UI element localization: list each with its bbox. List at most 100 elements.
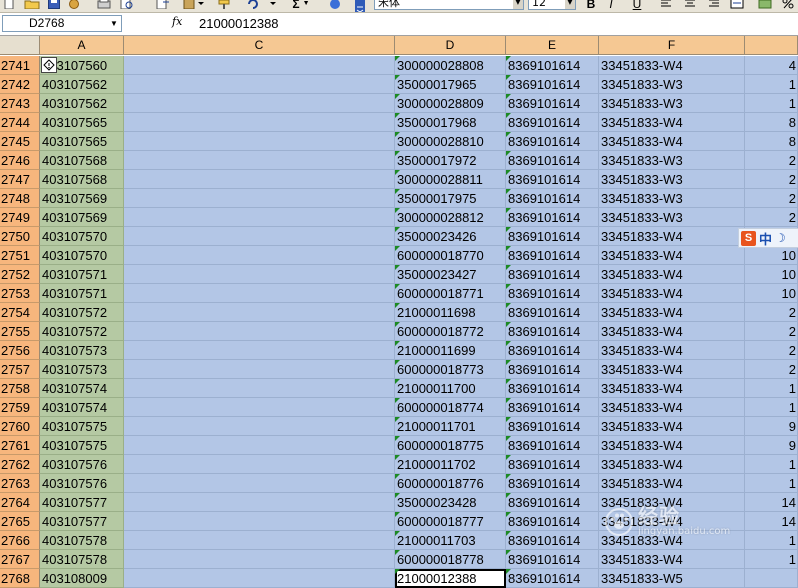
cell-g[interactable]: 1	[745, 75, 798, 94]
sogou-ime-icon[interactable]: S	[741, 230, 756, 246]
name-box-dropdown-icon[interactable]: ▼	[108, 17, 120, 30]
cell-c[interactable]	[124, 94, 395, 113]
research-icon[interactable]	[154, 0, 172, 11]
row-header[interactable]: 2757	[0, 360, 40, 379]
font-size-dropdown-icon[interactable]: ▼	[565, 0, 575, 9]
percent-style-icon[interactable]	[780, 0, 796, 11]
cell-e[interactable]: 8369101614	[506, 113, 599, 132]
cell-c[interactable]	[124, 341, 395, 360]
error-smart-tag-icon[interactable]	[41, 57, 57, 73]
cell-d[interactable]: 300000028810	[395, 132, 506, 151]
cell-f[interactable]: 33451833-W4	[599, 322, 745, 341]
italic-button[interactable]: I	[604, 0, 618, 11]
cell-a[interactable]: 403107570	[40, 227, 124, 246]
cell-d[interactable]: 600000018773	[395, 360, 506, 379]
cell-g[interactable]: 9	[745, 417, 798, 436]
cell-e[interactable]: 8369101614	[506, 474, 599, 493]
cell-g[interactable]: 1	[745, 94, 798, 113]
cell-e[interactable]: 8369101614	[506, 56, 599, 75]
cell-a[interactable]: 403107576	[40, 474, 124, 493]
name-box[interactable]: D2768 ▼	[2, 15, 122, 32]
column-header-c[interactable]: C	[124, 36, 395, 55]
cell-e[interactable]: 8369101614	[506, 512, 599, 531]
insert-function-icon[interactable]: fx	[172, 15, 182, 28]
cell-d[interactable]: 21000011701	[395, 417, 506, 436]
cell-f[interactable]: 33451833-W3	[599, 94, 745, 113]
cell-a[interactable]: 403107572	[40, 322, 124, 341]
cell-d[interactable]: 600000018776	[395, 474, 506, 493]
cell-e[interactable]: 8369101614	[506, 284, 599, 303]
cell-e[interactable]: 8369101614	[506, 398, 599, 417]
cell-g[interactable]: 2	[745, 322, 798, 341]
row-header[interactable]: 2767	[0, 550, 40, 569]
cell-e[interactable]: 8369101614	[506, 246, 599, 265]
chinese-mode-label[interactable]: 中	[759, 229, 772, 248]
row-header[interactable]: 2741	[0, 56, 40, 75]
active-cell-d[interactable]: 21000012388	[395, 569, 506, 588]
cell-g[interactable]: 2	[745, 189, 798, 208]
cell-g[interactable]: 2	[745, 151, 798, 170]
row-header[interactable]: 2748	[0, 189, 40, 208]
row-header[interactable]: 2763	[0, 474, 40, 493]
cell-c[interactable]	[124, 379, 395, 398]
cell-a[interactable]: 403107574	[40, 379, 124, 398]
row-header[interactable]: 2755	[0, 322, 40, 341]
cell-a[interactable]: 403107568	[40, 151, 124, 170]
row-header[interactable]: 2766	[0, 531, 40, 550]
cell-c[interactable]	[124, 132, 395, 151]
cell-c[interactable]	[124, 189, 395, 208]
autosum-icon[interactable]: Σ ▼	[288, 0, 314, 11]
cell-f[interactable]: 33451833-W4	[599, 113, 745, 132]
cell-d[interactable]: 35000017965	[395, 75, 506, 94]
row-header[interactable]: 2760	[0, 417, 40, 436]
cell-a[interactable]: 403107577	[40, 512, 124, 531]
cell-g[interactable]: 1	[745, 531, 798, 550]
cell-f[interactable]: 33451833-W3	[599, 208, 745, 227]
cell-a[interactable]: 403107565	[40, 113, 124, 132]
cell-a[interactable]: 403107575	[40, 436, 124, 455]
cell-f[interactable]: 33451833-W4	[599, 56, 745, 75]
cell-e[interactable]: 8369101614	[506, 322, 599, 341]
cell-c[interactable]	[124, 398, 395, 417]
cell-c[interactable]	[124, 151, 395, 170]
merge-center-icon[interactable]	[728, 0, 746, 11]
cell-d[interactable]: 300000028812	[395, 208, 506, 227]
cell-f[interactable]: 33451833-W4	[599, 303, 745, 322]
cell-f[interactable]: 33451833-W4	[599, 417, 745, 436]
cell-a[interactable]: 403107565	[40, 132, 124, 151]
cell-f[interactable]: 33451833-W3	[599, 151, 745, 170]
cell-d[interactable]: 35000023427	[395, 265, 506, 284]
cell-f[interactable]: 33451833-W5	[599, 569, 745, 588]
cell-e[interactable]: 8369101614	[506, 303, 599, 322]
column-header-g[interactable]	[745, 36, 798, 55]
cell-f[interactable]: 33451833-W4	[599, 132, 745, 151]
column-header-f[interactable]: F	[599, 36, 745, 55]
cell-f[interactable]: 33451833-W4	[599, 436, 745, 455]
cell-d[interactable]: 35000017975	[395, 189, 506, 208]
open-folder-icon[interactable]	[22, 0, 42, 11]
cell-c[interactable]	[124, 170, 395, 189]
cell-a[interactable]: 403107562	[40, 75, 124, 94]
row-header[interactable]: 2764	[0, 493, 40, 512]
cell-a[interactable]: 403107568	[40, 170, 124, 189]
cell-d[interactable]: 35000023426	[395, 227, 506, 246]
cell-d[interactable]: 35000017972	[395, 151, 506, 170]
cell-f[interactable]: 33451833-W4	[599, 265, 745, 284]
cell-c[interactable]	[124, 436, 395, 455]
cell-d[interactable]: 21000011698	[395, 303, 506, 322]
cell-d[interactable]: 35000023428	[395, 493, 506, 512]
font-name-select[interactable]: 宋体 ▼	[374, 0, 524, 10]
cell-a[interactable]: 403107575	[40, 417, 124, 436]
cell-g[interactable]: 8	[745, 113, 798, 132]
row-header[interactable]: 2753	[0, 284, 40, 303]
cell-e[interactable]: 8369101614	[506, 189, 599, 208]
cell-f[interactable]: 33451833-W4	[599, 379, 745, 398]
cell-c[interactable]	[124, 284, 395, 303]
cell-d[interactable]: 600000018777	[395, 512, 506, 531]
cell-g[interactable]: 1	[745, 379, 798, 398]
cell-f[interactable]: 33451833-W4	[599, 550, 745, 569]
print-icon[interactable]	[96, 0, 112, 11]
cell-a[interactable]: 403107573	[40, 341, 124, 360]
cell-d[interactable]: 600000018775	[395, 436, 506, 455]
cell-c[interactable]	[124, 474, 395, 493]
